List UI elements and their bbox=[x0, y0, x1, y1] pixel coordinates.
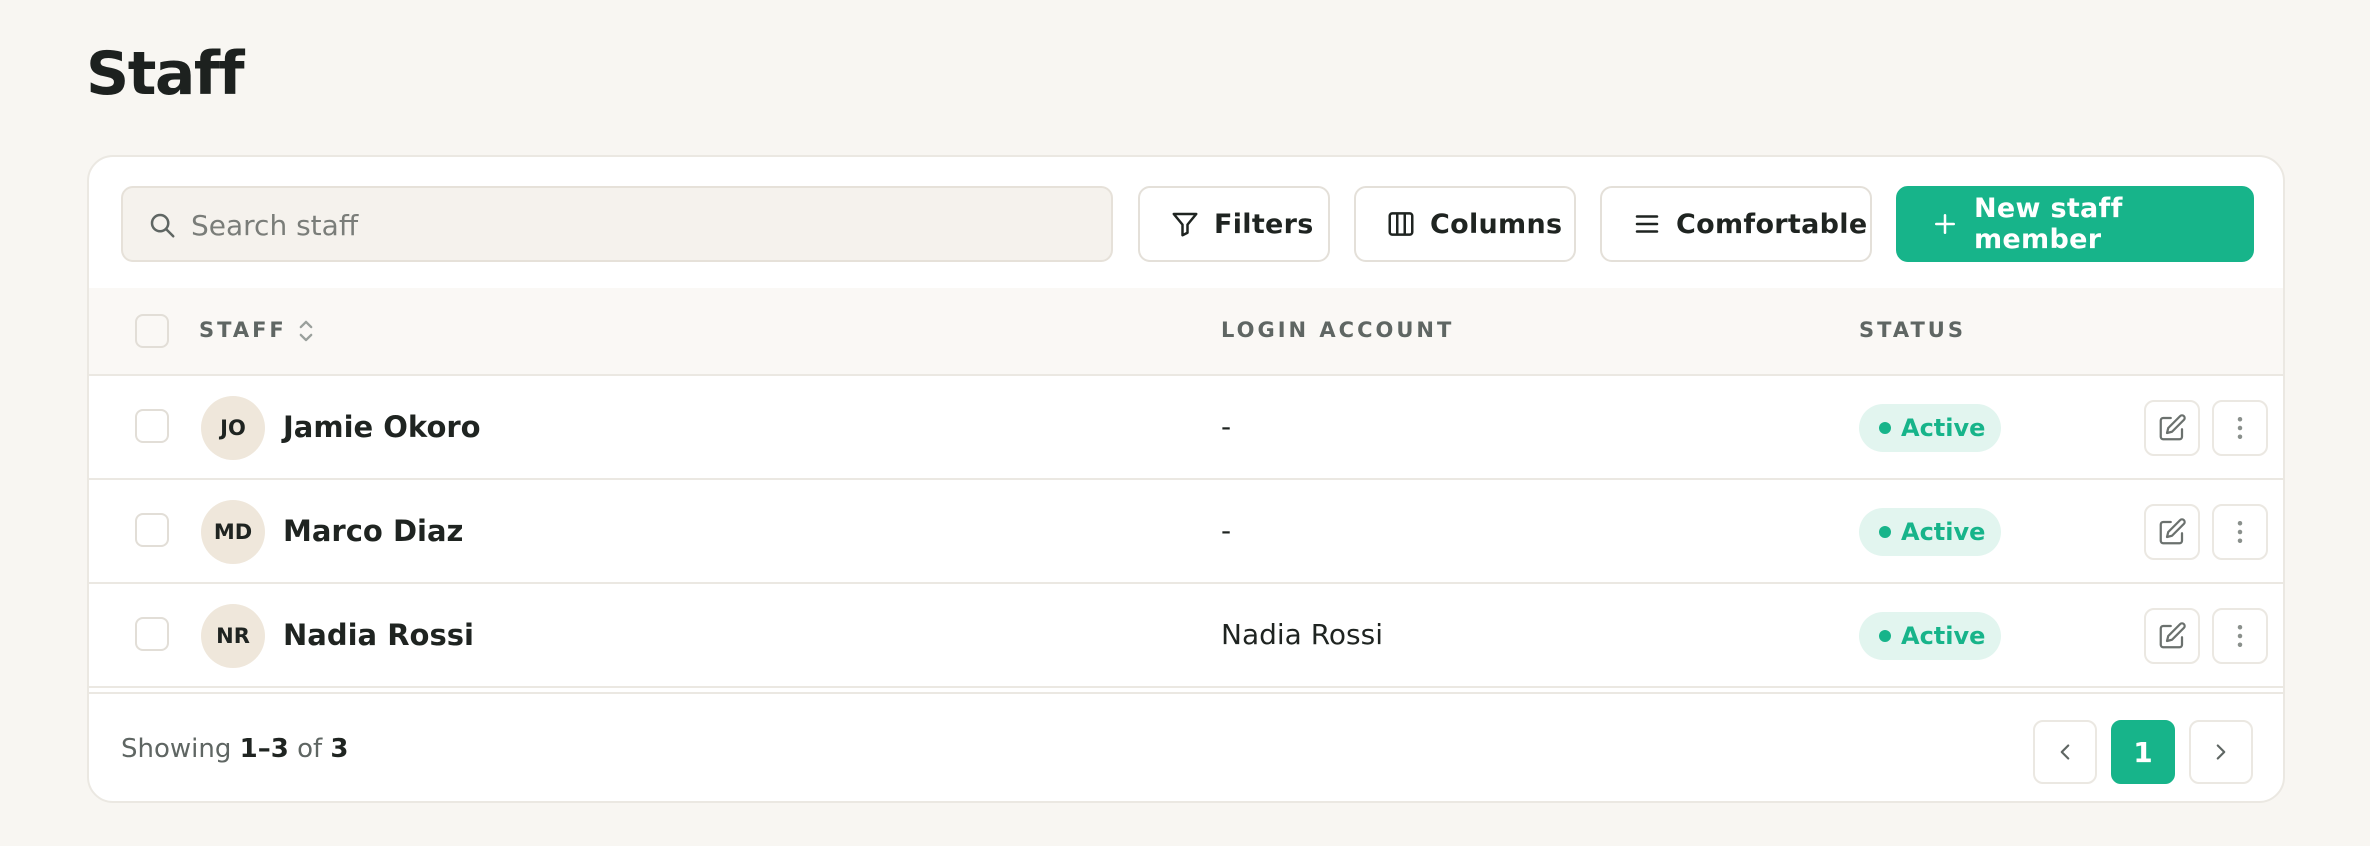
status-badge: Active bbox=[1859, 404, 2001, 452]
search-icon bbox=[150, 213, 175, 238]
search-input[interactable] bbox=[189, 188, 1073, 262]
table-footer: Showing 1–3 of 3 1 bbox=[89, 692, 2283, 801]
status-label: Active bbox=[1901, 414, 1986, 442]
status-badge: Active bbox=[1859, 612, 2001, 660]
edit-icon bbox=[2159, 518, 2186, 545]
column-header-login-account: LOGIN ACCOUNT bbox=[1221, 318, 1455, 342]
filters-button[interactable]: Filters bbox=[1138, 186, 1330, 262]
status-dot bbox=[1879, 526, 1891, 538]
staff-name: Jamie Okoro bbox=[283, 410, 481, 444]
sort-icon[interactable] bbox=[297, 318, 315, 344]
density-button[interactable]: Comfortable bbox=[1600, 186, 1872, 262]
staff-table-card: Filters Columns Comfortable New staff me… bbox=[87, 155, 2285, 803]
showing-range: 1–3 bbox=[239, 734, 289, 764]
select-all-checkbox[interactable] bbox=[135, 314, 169, 348]
next-page-button[interactable] bbox=[2189, 720, 2253, 784]
login-account: - bbox=[1221, 514, 1232, 547]
showing-total: 3 bbox=[330, 734, 349, 764]
showing-prefix: Showing bbox=[121, 734, 232, 764]
status-dot bbox=[1879, 630, 1891, 642]
chevron-left-icon bbox=[2060, 744, 2070, 760]
more-actions-button[interactable] bbox=[2212, 400, 2268, 456]
table-row: JO Jamie Okoro - Active bbox=[89, 376, 2283, 480]
status-label: Active bbox=[1901, 518, 1986, 546]
table-header: STAFF LOGIN ACCOUNT STATUS bbox=[89, 288, 2283, 376]
edit-icon bbox=[2159, 622, 2186, 649]
status-label: Active bbox=[1901, 622, 1986, 650]
showing-count: Showing 1–3 of 3 bbox=[121, 734, 349, 764]
table-row: MD Marco Diaz - Active bbox=[89, 480, 2283, 584]
page-title: Staff bbox=[86, 39, 245, 109]
row-checkbox[interactable] bbox=[135, 409, 169, 443]
columns-icon bbox=[1388, 212, 1414, 236]
toolbar: Filters Columns Comfortable New staff me… bbox=[89, 157, 2283, 288]
edit-icon bbox=[2159, 414, 2186, 441]
plus-icon bbox=[1935, 214, 1955, 234]
row-checkbox[interactable] bbox=[135, 617, 169, 651]
more-vertical-icon bbox=[2237, 625, 2243, 647]
chevron-right-icon bbox=[2216, 744, 2226, 760]
new-staff-member-button[interactable]: New staff member bbox=[1896, 186, 2254, 262]
previous-page-button[interactable] bbox=[2033, 720, 2097, 784]
row-checkbox[interactable] bbox=[135, 513, 169, 547]
menu-lines-icon bbox=[1635, 215, 1659, 233]
new-staff-member-label: New staff member bbox=[1974, 193, 2123, 255]
staff-name: Nadia Rossi bbox=[283, 618, 474, 652]
column-header-staff[interactable]: STAFF bbox=[199, 318, 287, 342]
search-box[interactable] bbox=[121, 186, 1113, 262]
staff-name: Marco Diaz bbox=[283, 514, 464, 548]
more-actions-button[interactable] bbox=[2212, 504, 2268, 560]
status-badge: Active bbox=[1859, 508, 2001, 556]
login-account: Nadia Rossi bbox=[1221, 618, 1383, 651]
page-button-current[interactable]: 1 bbox=[2111, 720, 2175, 784]
more-vertical-icon bbox=[2237, 521, 2243, 543]
showing-of: of bbox=[297, 734, 323, 764]
filters-label: Filters bbox=[1214, 208, 1314, 240]
edit-button[interactable] bbox=[2144, 400, 2200, 456]
avatar: NR bbox=[201, 604, 265, 668]
columns-label: Columns bbox=[1430, 208, 1563, 240]
edit-button[interactable] bbox=[2144, 608, 2200, 664]
columns-button[interactable]: Columns bbox=[1354, 186, 1576, 262]
column-header-status: STATUS bbox=[1859, 318, 1966, 342]
login-account: - bbox=[1221, 410, 1232, 443]
more-actions-button[interactable] bbox=[2212, 608, 2268, 664]
edit-button[interactable] bbox=[2144, 504, 2200, 560]
avatar: MD bbox=[201, 500, 265, 564]
table-row: NR Nadia Rossi Nadia Rossi Active bbox=[89, 584, 2283, 688]
filter-icon bbox=[1172, 212, 1198, 237]
density-label: Comfortable bbox=[1676, 208, 1868, 240]
more-vertical-icon bbox=[2237, 417, 2243, 439]
status-dot bbox=[1879, 422, 1891, 434]
avatar: JO bbox=[201, 396, 265, 460]
